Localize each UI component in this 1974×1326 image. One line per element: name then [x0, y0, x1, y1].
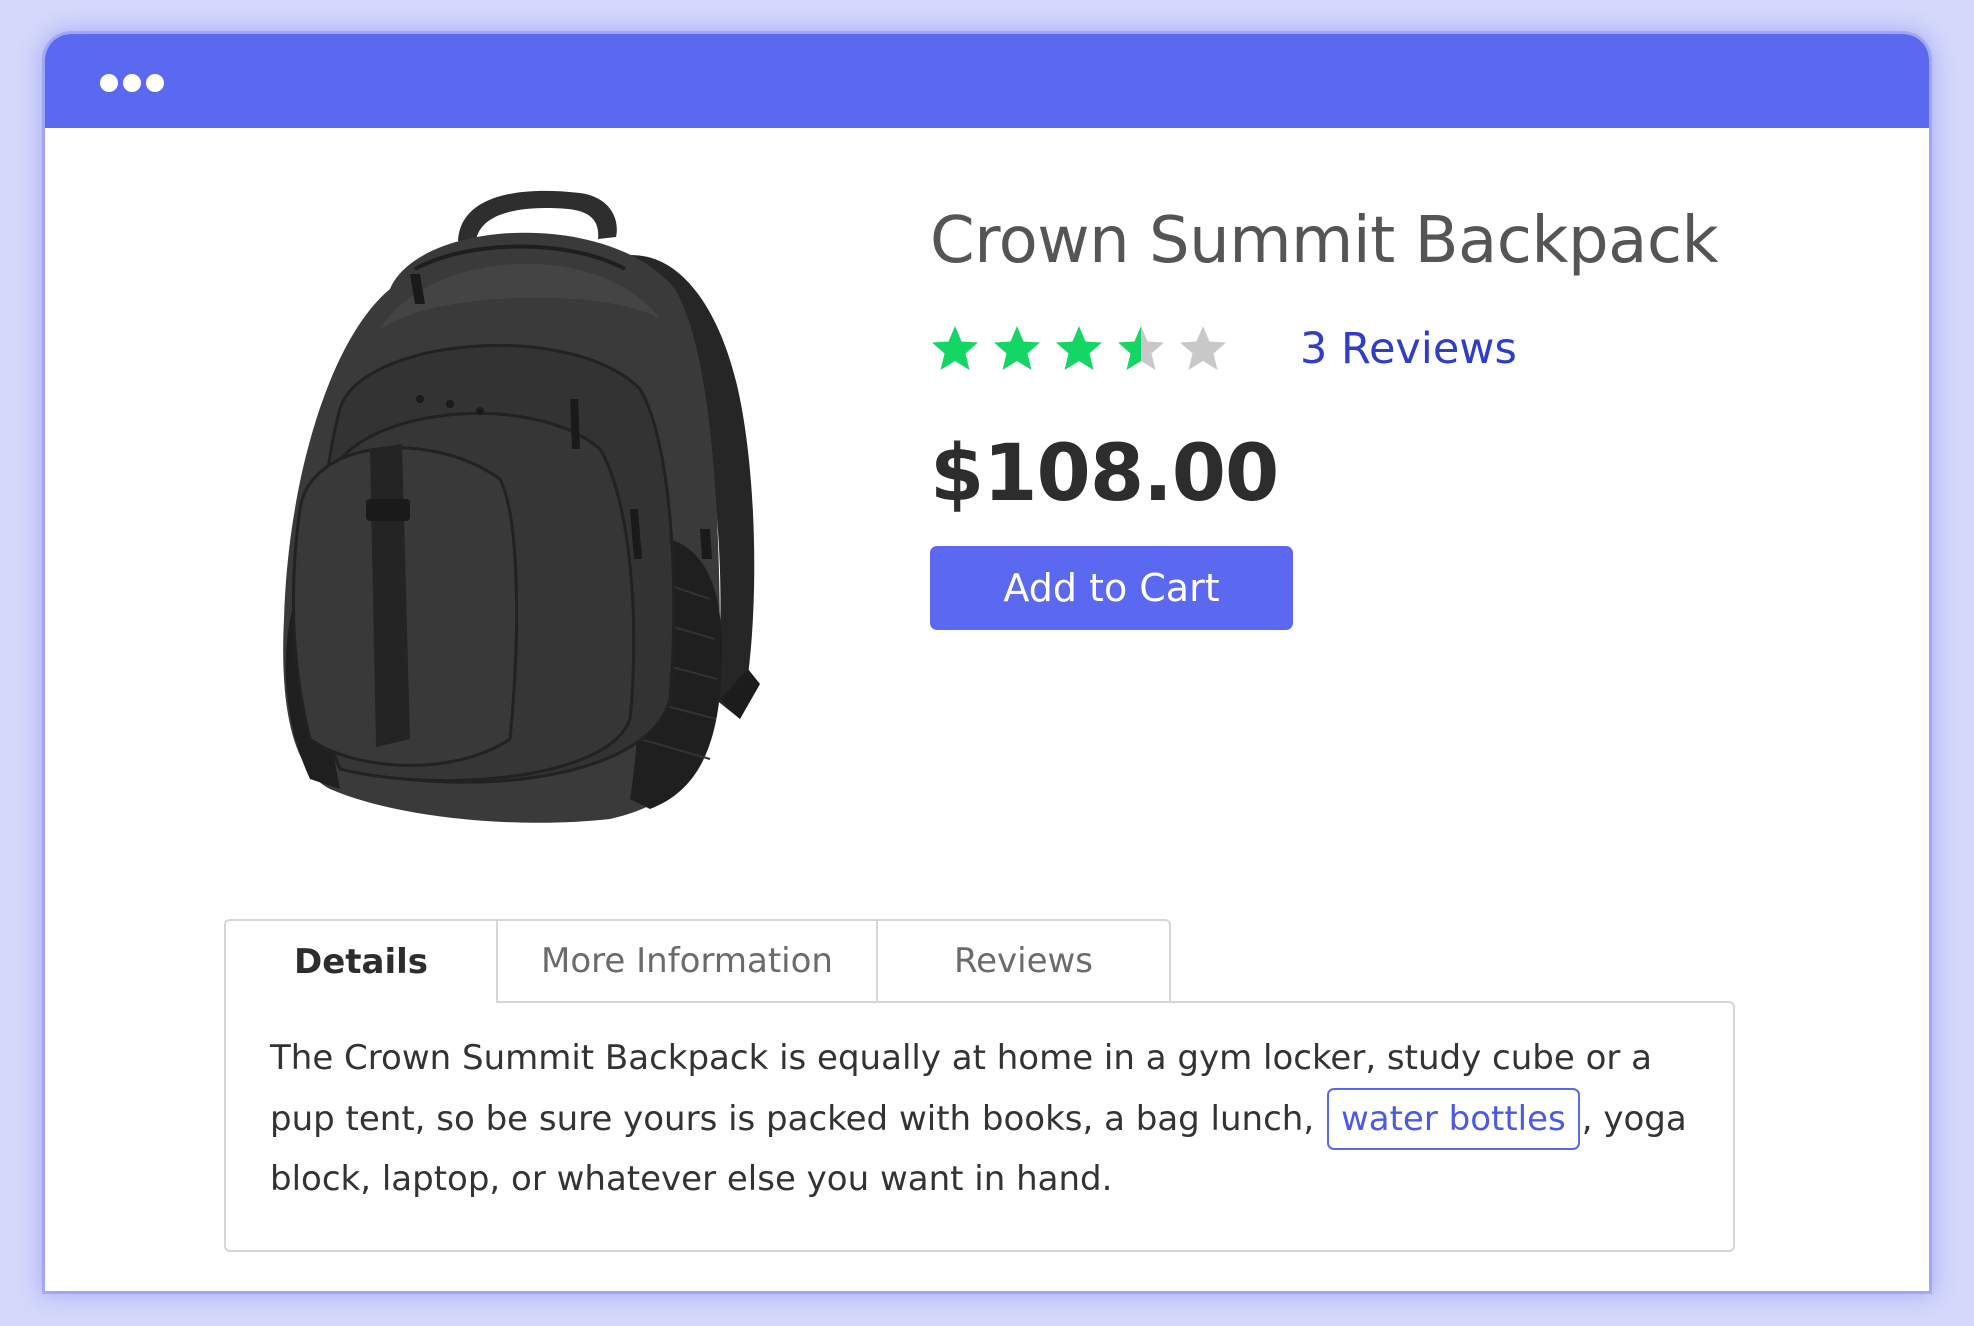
star-icon — [1056, 326, 1102, 370]
dot — [146, 74, 164, 92]
dot — [123, 74, 141, 92]
dot — [100, 74, 118, 92]
tab-label: Details — [293, 942, 429, 982]
backpack-image — [283, 190, 760, 823]
star-icon — [1180, 326, 1226, 370]
tab-label: More Information — [541, 941, 833, 981]
tab-more-information[interactable]: More Information — [496, 919, 878, 1001]
reviews-link[interactable]: 3 Reviews — [1300, 324, 1517, 374]
star-icon — [994, 326, 1040, 370]
star-icon — [932, 326, 978, 370]
product-price: $108.00 — [930, 429, 1279, 519]
tab-label: Reviews — [953, 941, 1094, 981]
star-icon — [1118, 326, 1164, 370]
star-rating — [930, 324, 1228, 374]
water-bottles-link[interactable]: water bottles — [1326, 1088, 1580, 1150]
three-dots-icon[interactable] — [100, 74, 164, 92]
tab-reviews[interactable]: Reviews — [876, 919, 1171, 1001]
product-tabs: Details More Information Reviews — [224, 919, 1171, 1003]
browser-window: Crown Summit Backpack 3 Reviews $108.00 … — [45, 34, 1929, 1291]
add-to-cart-button[interactable]: Add to Cart — [930, 546, 1293, 630]
window-titlebar — [45, 34, 1929, 128]
details-panel: The Crown Summit Backpack is equally at … — [224, 1001, 1735, 1252]
product-title: Crown Summit Backpack — [930, 204, 1719, 278]
tab-details[interactable]: Details — [224, 919, 498, 1003]
details-text: The Crown Summit Backpack is equally at … — [270, 1029, 1689, 1209]
